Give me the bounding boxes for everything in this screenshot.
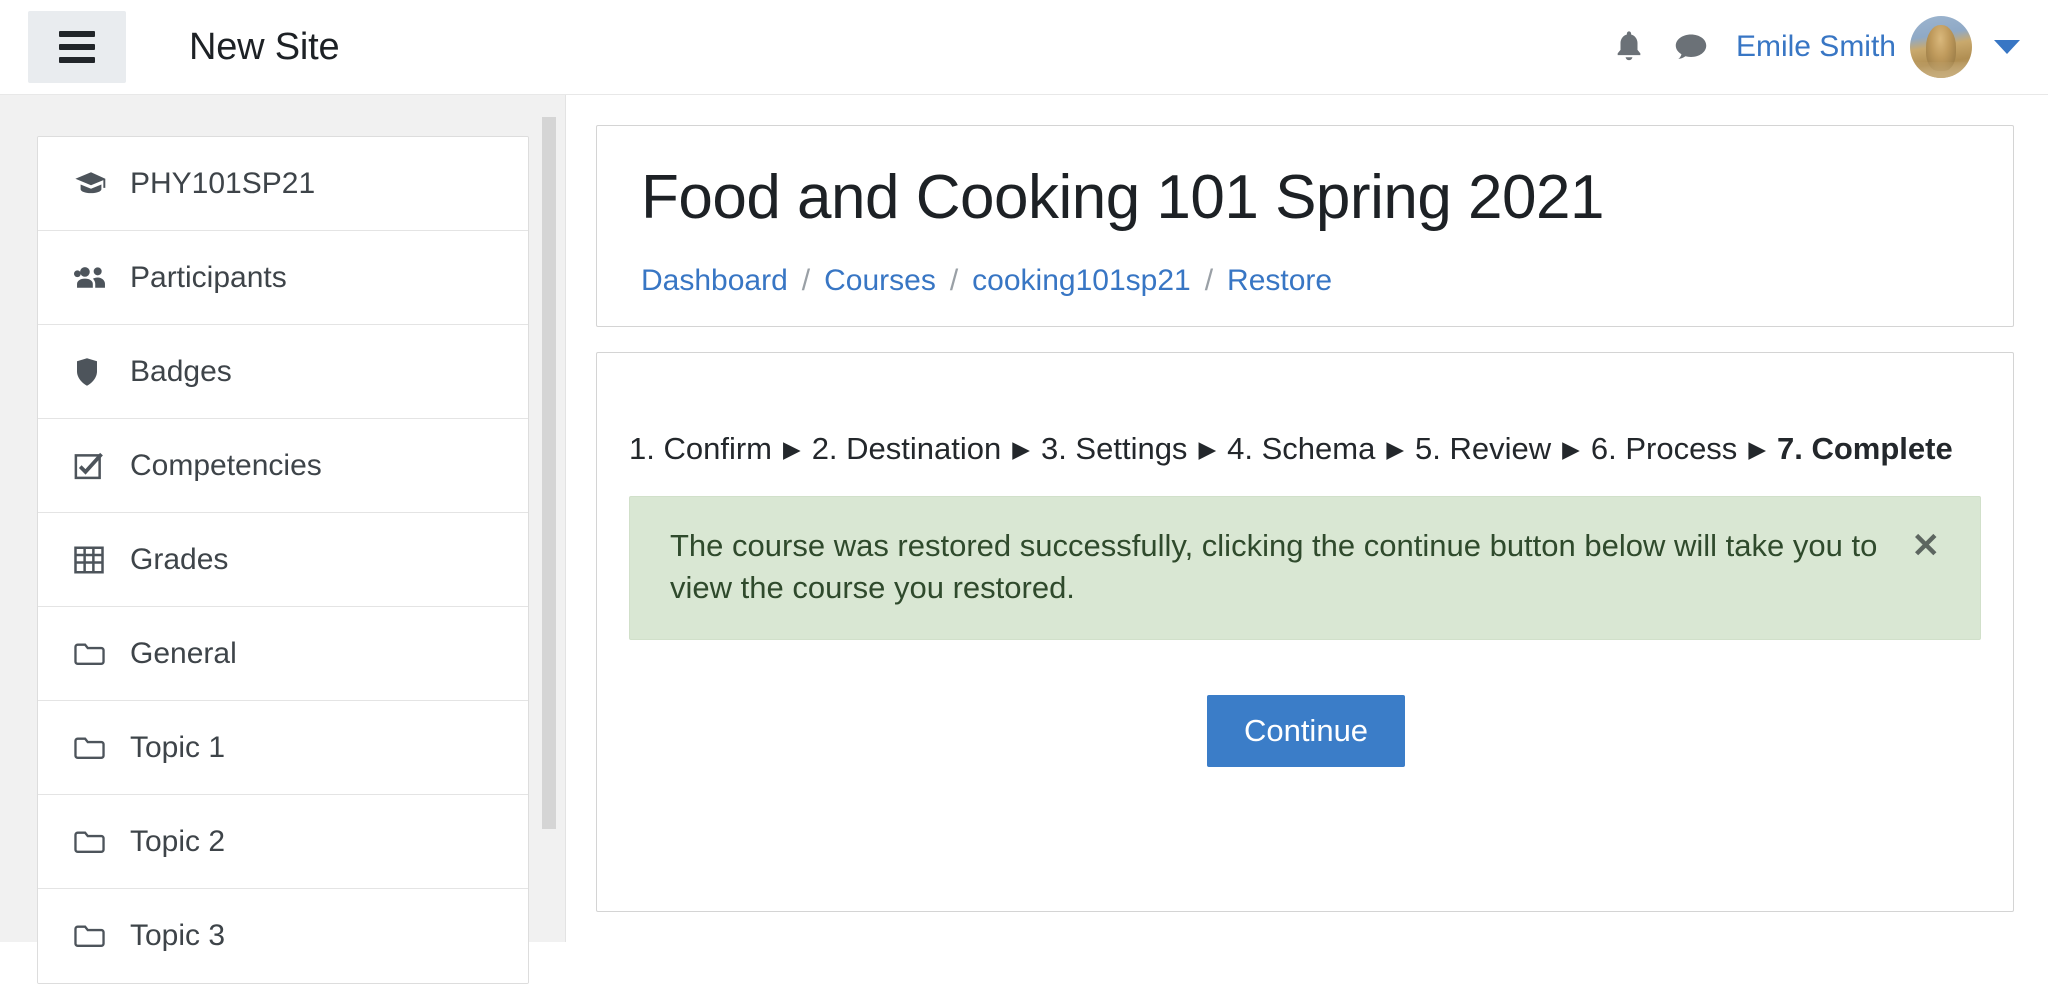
close-icon[interactable]: ✕: [1906, 529, 1947, 563]
restore-wizard-card: 1. Confirm ▶ 2. Destination ▶ 3. Setting…: [596, 352, 2014, 912]
folder-icon: [74, 637, 114, 671]
breadcrumb-item-dashboard[interactable]: Dashboard: [641, 264, 788, 298]
sidebar-item-label: Badges: [130, 354, 232, 388]
breadcrumb: Dashboard / Courses / cooking101sp21 / R…: [641, 264, 1332, 298]
course-sidebar: PHY101SP21 Participants Badges Competenc…: [0, 95, 566, 984]
top-navbar: New Site Emile Smith: [0, 0, 2048, 95]
sidebar-item-topic-3[interactable]: Topic 3: [38, 889, 528, 983]
sidebar-item-phy101sp21[interactable]: PHY101SP21: [38, 137, 528, 231]
step-complete: 7. Complete: [1777, 431, 1953, 466]
sidebar-item-grades[interactable]: Grades: [38, 513, 528, 607]
page-header-card: Food and Cooking 101 Spring 2021 Dashboa…: [596, 125, 2014, 327]
sidebar-item-label: Topic 1: [130, 730, 226, 764]
notifications-button[interactable]: [1598, 16, 1660, 78]
sidebar-scrollbar-track[interactable]: [541, 95, 561, 942]
sidebar-item-label: PHY101SP21: [130, 166, 316, 200]
sidebar-item-label: Topic 3: [130, 919, 226, 952]
step-arrow-icon: ▶: [782, 435, 801, 462]
checkbox-checked-icon: [74, 449, 114, 483]
step-arrow-icon: ▶: [1012, 435, 1030, 462]
hamburger-icon: [59, 31, 95, 63]
table-grid-icon: [74, 543, 114, 577]
page-title: Food and Cooking 101 Spring 2021: [641, 163, 1604, 232]
step-process[interactable]: 6. Process: [1591, 431, 1737, 467]
sidebar-item-participants[interactable]: Participants: [38, 231, 528, 325]
folder-icon: [74, 825, 114, 859]
avatar[interactable]: [1910, 16, 1972, 78]
sidebar-item-badges[interactable]: Badges: [38, 325, 528, 419]
sidebar-item-label: General: [130, 636, 237, 670]
breadcrumb-item-course[interactable]: cooking101sp21: [972, 264, 1191, 298]
step-confirm[interactable]: 1. Confirm: [629, 431, 772, 467]
sidebar-item-topic-1[interactable]: Topic 1: [38, 701, 528, 795]
sidebar-scrollbar-thumb[interactable]: [542, 117, 556, 829]
breadcrumb-item-restore[interactable]: Restore: [1227, 264, 1332, 298]
continue-button-row: Continue: [597, 695, 2015, 767]
folder-icon: [74, 731, 114, 765]
step-arrow-icon: ▶: [1386, 435, 1405, 462]
sidebar-item-general[interactable]: General: [38, 607, 528, 701]
messages-button[interactable]: [1660, 16, 1722, 78]
breadcrumb-separator: /: [1204, 264, 1214, 297]
sidebar-item-label: Topic 2: [130, 824, 226, 858]
breadcrumb-separator: /: [949, 264, 959, 297]
breadcrumb-item-courses[interactable]: Courses: [824, 264, 936, 298]
hamburger-menu-button[interactable]: [28, 11, 126, 83]
step-arrow-icon: ▶: [1562, 435, 1580, 462]
breadcrumb-separator: /: [801, 264, 811, 297]
user-name-link[interactable]: Emile Smith: [1736, 30, 1896, 64]
step-settings[interactable]: 3. Settings: [1041, 431, 1187, 467]
sidebar-item-label: Participants: [130, 260, 287, 294]
step-arrow-icon: ▶: [1198, 435, 1217, 462]
success-alert-message: The course was restored successfully, cl…: [670, 528, 1878, 605]
course-nav-list: PHY101SP21 Participants Badges Competenc…: [37, 136, 529, 984]
sidebar-item-topic-2[interactable]: Topic 2: [38, 795, 528, 889]
continue-button[interactable]: Continue: [1206, 695, 1406, 767]
step-destination[interactable]: 2. Destination: [812, 431, 1002, 467]
wizard-step-nav: 1. Confirm ▶ 2. Destination ▶ 3. Setting…: [629, 431, 1953, 467]
sidebar-item-label: Competencies: [130, 448, 322, 482]
step-review[interactable]: 5. Review: [1415, 431, 1551, 467]
bell-icon: [1617, 31, 1641, 61]
sidebar-item-competencies[interactable]: Competencies: [38, 419, 528, 513]
main-content: Food and Cooking 101 Spring 2021 Dashboa…: [566, 95, 2048, 942]
step-arrow-icon: ▶: [1748, 435, 1767, 462]
success-alert: The course was restored successfully, cl…: [629, 496, 1981, 640]
users-icon: [74, 261, 114, 295]
navbar-right-group: Emile Smith: [1598, 16, 2026, 78]
step-schema[interactable]: 4. Schema: [1227, 431, 1375, 467]
shield-icon: [74, 355, 114, 389]
folder-icon: [74, 919, 114, 953]
caret-down-icon[interactable]: [1994, 40, 2020, 54]
message-bubble-icon: [1675, 34, 1707, 60]
graduation-cap-icon: [74, 167, 114, 201]
sidebar-item-label: Grades: [130, 542, 229, 576]
site-title: New Site: [189, 25, 340, 68]
